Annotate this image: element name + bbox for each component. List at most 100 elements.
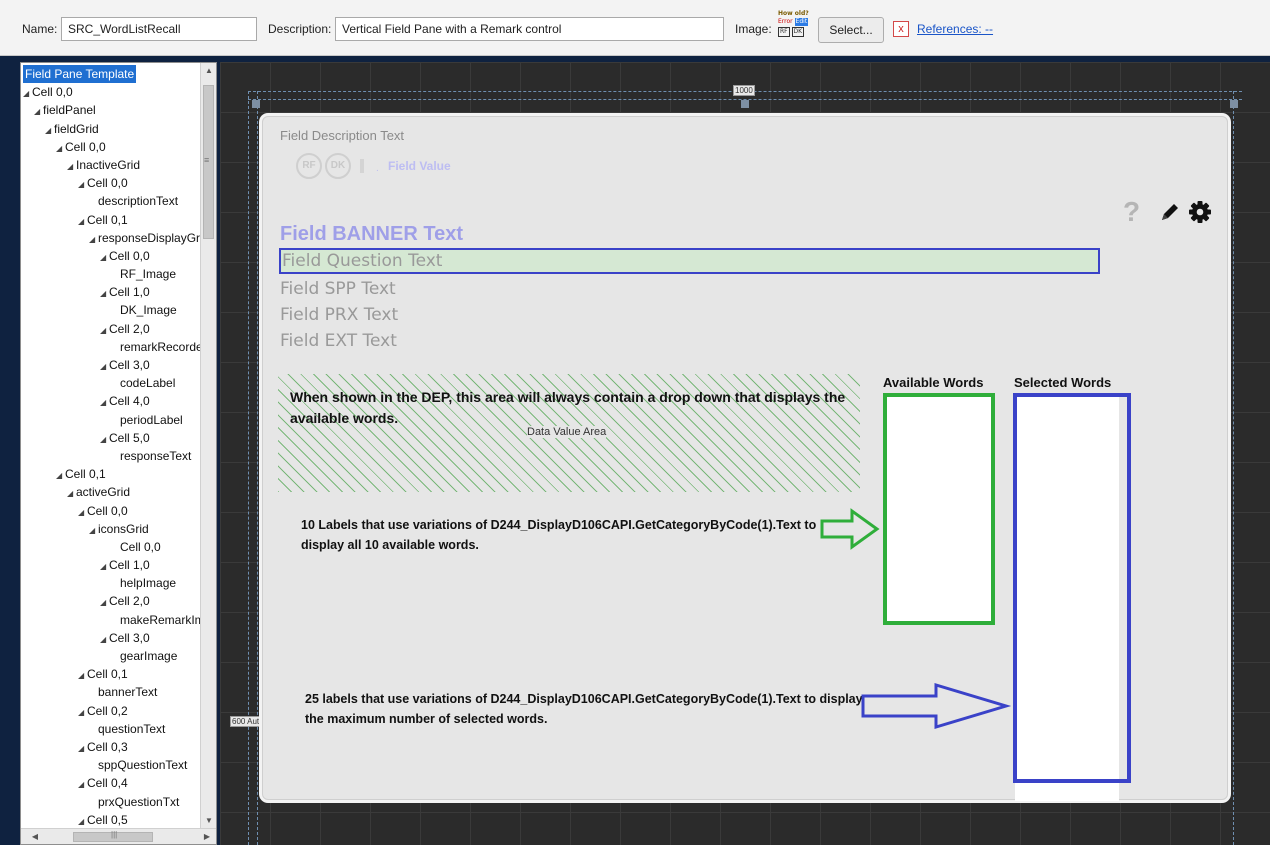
tree-item[interactable]: ◢ Cell 0,0 bbox=[21, 138, 201, 156]
tree-item[interactable]: ◢ activeGrid bbox=[21, 483, 201, 501]
tree-item-label: RF_Image bbox=[120, 267, 177, 282]
resize-handle-top-left[interactable] bbox=[252, 100, 260, 108]
resize-handle-top[interactable] bbox=[741, 100, 749, 108]
tree-item[interactable]: ◢ Cell 0,1 bbox=[21, 211, 201, 229]
tree-item-label: fieldGrid bbox=[54, 121, 99, 136]
tree-item[interactable]: ◢ Cell 0,4 bbox=[21, 774, 201, 792]
tree-item-label: Cell 2,0 bbox=[109, 594, 150, 609]
select-image-button[interactable]: Select... bbox=[818, 17, 884, 43]
tree-item[interactable]: ◢ Cell 0,0 bbox=[21, 502, 201, 520]
tree-item[interactable]: ◢ fieldPanel bbox=[21, 101, 201, 119]
thumb-line-edit: Edit bbox=[794, 18, 809, 26]
scroll-left-icon[interactable]: ◀ bbox=[27, 829, 43, 844]
tree-item-label: Cell 0,4 bbox=[87, 776, 128, 791]
remark-recorder bbox=[360, 159, 364, 173]
tree-item[interactable]: descriptionText bbox=[21, 192, 201, 210]
tree-item[interactable]: Cell 0,0 bbox=[21, 538, 201, 556]
tree-horizontal-scrollbar[interactable]: ◀ ||| ▶ bbox=[21, 828, 216, 844]
tree-item-label: descriptionText bbox=[98, 194, 179, 209]
image-label: Image: bbox=[735, 22, 772, 36]
tree-item-label: activeGrid bbox=[76, 485, 131, 500]
tree-item[interactable]: gearImage bbox=[21, 647, 201, 665]
tree-item[interactable]: ◢ Cell 2,0 bbox=[21, 592, 201, 610]
tree-item[interactable]: remarkRecorde bbox=[21, 338, 203, 356]
tree-item-label: fieldPanel bbox=[43, 103, 96, 118]
template-tree[interactable]: Field Pane Template ◢ Cell 0,0 ◢ fieldPanel ◢… bbox=[20, 62, 217, 845]
tree-item-label: Cell 4,0 bbox=[109, 394, 150, 409]
tree-item-label: DK_Image bbox=[120, 303, 177, 318]
tree-item[interactable]: bannerText bbox=[21, 683, 201, 701]
available-words-note: 10 Labels that use variations of D244_Di… bbox=[301, 518, 817, 552]
pencil-icon[interactable] bbox=[1157, 199, 1183, 225]
tree-item[interactable]: makeRemarkIm bbox=[21, 611, 205, 629]
question-text[interactable]: Field Question Text bbox=[279, 248, 1100, 274]
tree-item[interactable]: codeLabel bbox=[21, 374, 201, 392]
tree-item[interactable]: periodLabel bbox=[21, 411, 201, 429]
design-canvas[interactable]: 1000 600 Auto Field Description Text RF … bbox=[220, 62, 1270, 845]
scroll-up-icon[interactable]: ▲ bbox=[201, 63, 216, 79]
thumb-line-error: Error bbox=[778, 18, 793, 25]
tree-item[interactable]: DK_Image bbox=[21, 301, 201, 319]
tree-item-label: Cell 3,0 bbox=[109, 630, 150, 645]
description-field[interactable]: Vertical Field Pane with a Remark contro… bbox=[335, 17, 724, 41]
tree-item[interactable]: ◢ fieldGrid bbox=[21, 120, 201, 138]
tree-rows: Field Pane Template ◢ Cell 0,0 ◢ fieldPanel ◢… bbox=[21, 65, 205, 829]
tree-item[interactable]: ◢ Cell 1,0 bbox=[21, 283, 201, 301]
tree-item[interactable]: ◢ Cell 2,0 bbox=[21, 320, 201, 338]
field-pane[interactable]: Field Description Text RF DK . Field Val… bbox=[262, 116, 1228, 801]
tree-item[interactable]: ◢ Cell 0,0 bbox=[21, 83, 201, 101]
tree-item[interactable]: ◢ Cell 1,0 bbox=[21, 556, 201, 574]
help-icon[interactable]: ? bbox=[1123, 197, 1140, 227]
thumb-line-dk: DK bbox=[791, 27, 805, 37]
tree-item[interactable]: Field Pane Template bbox=[21, 65, 201, 83]
dep-dropdown-note: When shown in the DEP, this area will al… bbox=[290, 389, 846, 426]
selected-words-list[interactable] bbox=[1013, 393, 1131, 783]
clear-image-button[interactable]: x bbox=[893, 21, 909, 37]
ext-question-text: Field EXT Text bbox=[280, 331, 397, 351]
tree-item[interactable]: ◢ Cell 0,1 bbox=[21, 465, 201, 483]
tree-item[interactable]: ◢ Cell 4,0 bbox=[21, 392, 201, 410]
tree-item[interactable]: ◢ Cell 0,0 bbox=[21, 247, 201, 265]
tree-item[interactable]: ◢ Cell 0,5 bbox=[21, 811, 201, 829]
tree-item-label: Cell 3,0 bbox=[109, 358, 150, 372]
prx-question-text: Field PRX Text bbox=[280, 305, 399, 325]
tree-item-label: iconsGrid bbox=[98, 521, 149, 536]
tree-item-label: Cell 0,0 bbox=[65, 139, 106, 154]
tree-item[interactable]: RF_Image bbox=[21, 265, 201, 283]
resize-handle-top-right[interactable] bbox=[1230, 100, 1238, 108]
tree-item-label: Cell 1,0 bbox=[109, 285, 150, 300]
data-value-area-label: Data Value Area bbox=[527, 426, 607, 438]
tree-vertical-scrollbar[interactable]: ▲ ≡ ▼ bbox=[200, 63, 216, 829]
tree-item[interactable]: ◢ Cell 0,1 bbox=[21, 665, 201, 683]
tree-item[interactable]: ◢ Cell 0,0 bbox=[21, 174, 201, 192]
scroll-right-icon[interactable]: ▶ bbox=[199, 829, 215, 844]
right-guide-line bbox=[1233, 91, 1234, 845]
available-words-list[interactable] bbox=[883, 393, 995, 625]
tree-item[interactable]: ◢ Cell 0,2 bbox=[21, 702, 201, 720]
tree-item[interactable]: ◢ Cell 3,0 bbox=[21, 356, 201, 374]
tree-item-label: Cell 1,0 bbox=[109, 558, 150, 573]
template-image-thumbnail: How old? Error Edit RF DK bbox=[778, 10, 812, 46]
tree-item[interactable]: prxQuestionTxt bbox=[21, 793, 201, 811]
tree-item[interactable]: questionText bbox=[21, 720, 201, 738]
tree-item[interactable]: ◢ Cell 3,0 bbox=[21, 629, 201, 647]
tree-item[interactable]: responseText bbox=[21, 447, 201, 465]
tree-item[interactable]: helpImage bbox=[21, 574, 201, 592]
tree-item-label: Cell 0,0 bbox=[120, 539, 161, 554]
tree-item[interactable]: ◢ iconsGrid bbox=[21, 520, 201, 538]
gear-icon[interactable] bbox=[1187, 199, 1213, 225]
references-link[interactable]: References: -- bbox=[917, 22, 993, 36]
tree-item-label: codeLabel bbox=[120, 376, 176, 391]
tree-item[interactable]: ◢ responseDisplayGri bbox=[21, 229, 203, 247]
period-label: . bbox=[376, 163, 379, 174]
data-value-area[interactable]: When shown in the DEP, this area will al… bbox=[278, 374, 860, 492]
tree-item-label: responseDisplayGri bbox=[98, 230, 203, 245]
tree-item[interactable]: sppQuestionText bbox=[21, 756, 201, 774]
field-value-text: Field Value bbox=[388, 159, 451, 173]
name-field[interactable]: SRC_WordListRecall bbox=[61, 17, 257, 41]
scroll-down-icon[interactable]: ▼ bbox=[201, 813, 216, 829]
tree-item[interactable]: ◢ Cell 5,0 bbox=[21, 429, 201, 447]
tree-item[interactable]: ◢ Cell 0,3 bbox=[21, 738, 201, 756]
tree-item[interactable]: ◢ InactiveGrid bbox=[21, 156, 201, 174]
tree-item-label: Cell 0,0 bbox=[109, 248, 150, 263]
